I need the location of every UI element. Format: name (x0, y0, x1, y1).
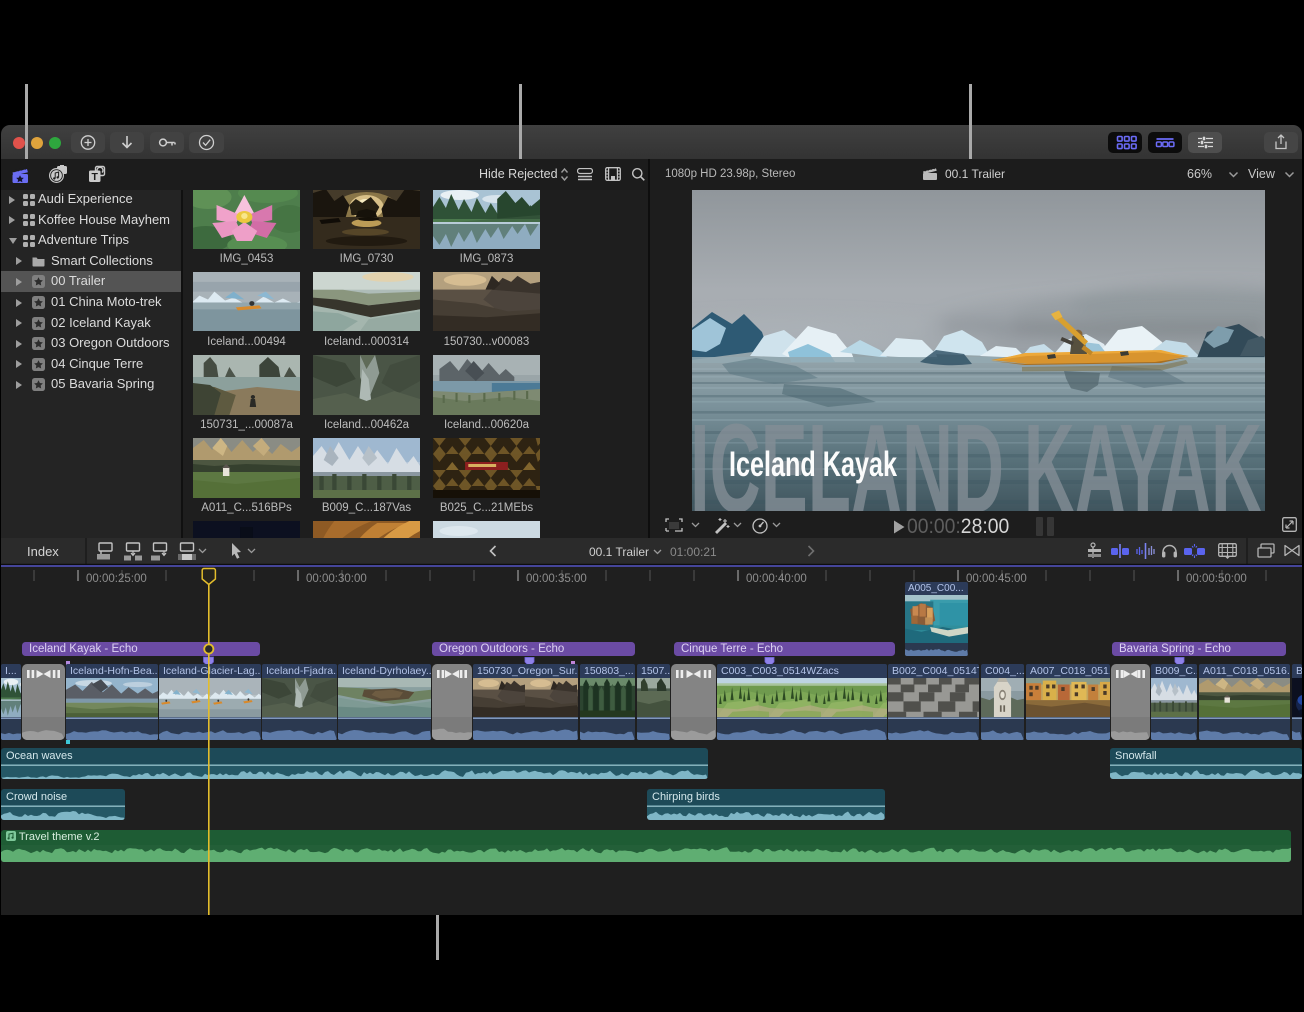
svg-text:00:00:35:00: 00:00:35:00 (526, 573, 587, 585)
svg-text:00:00:30:00: 00:00:30:00 (306, 573, 367, 585)
svg-text:00:00:45:00: 00:00:45:00 (966, 573, 1027, 585)
svg-text:00:00:40:00: 00:00:40:00 (746, 573, 807, 585)
svg-text:00:00:25:00: 00:00:25:00 (86, 573, 147, 585)
svg-text:T: T (91, 171, 98, 183)
svg-text:Iceland Kayak: Iceland Kayak (729, 445, 897, 484)
svg-text:00:00:50:00: 00:00:50:00 (1186, 573, 1247, 585)
